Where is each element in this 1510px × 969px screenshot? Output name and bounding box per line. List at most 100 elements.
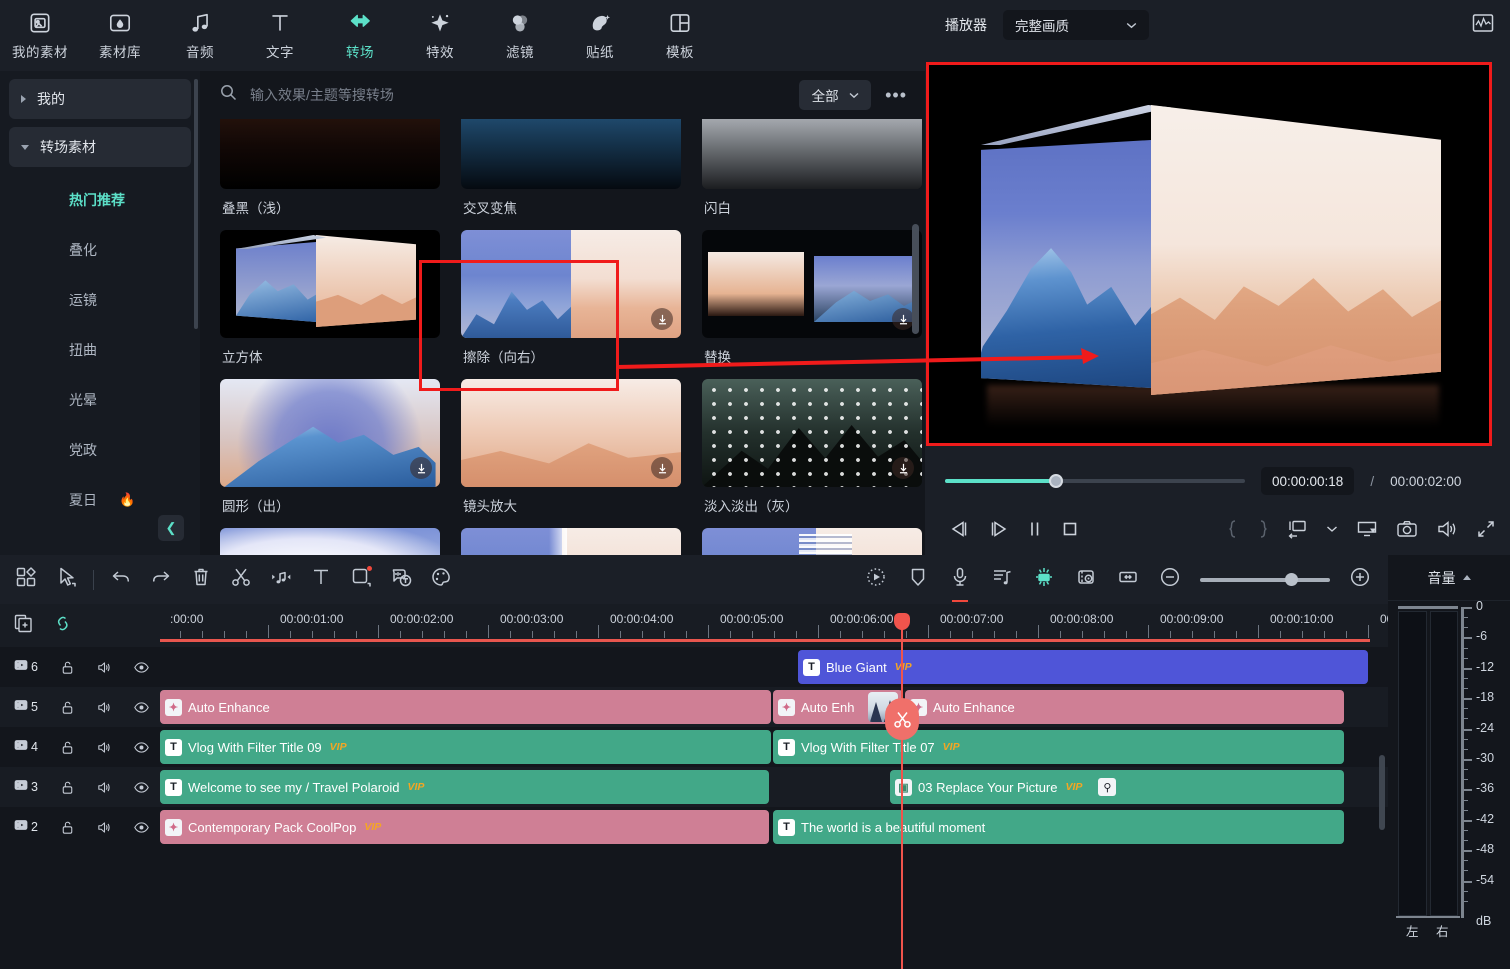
transition-thumbnail[interactable] [220, 379, 440, 487]
transition-item[interactable]: 擦除（向右） [461, 230, 681, 379]
transition-item[interactable]: 镜头放大 [461, 379, 681, 528]
player-progress-knob[interactable] [1049, 474, 1063, 488]
marker-button[interactable] [898, 555, 938, 604]
fit-screen-dropdown[interactable] [1326, 525, 1338, 533]
speaker-icon[interactable] [86, 819, 123, 836]
toolbar-tab-2[interactable]: 音频 [160, 0, 240, 71]
eye-icon[interactable] [123, 819, 160, 836]
audio-detach-button[interactable] [261, 555, 301, 604]
transition-item[interactable] [220, 528, 440, 555]
unlock-icon[interactable] [49, 819, 86, 836]
mark-in-button[interactable] [1227, 519, 1239, 539]
transition-thumbnail[interactable] [461, 528, 681, 555]
timeline-clip[interactable]: T Welcome to see my / Travel Polaroid VIP [160, 770, 769, 804]
transition-item[interactable]: 闪白 [702, 119, 922, 230]
filter-dropdown[interactable]: 全部 [799, 80, 872, 110]
crop-button[interactable] [341, 555, 381, 604]
redo-button[interactable] [141, 555, 181, 604]
speaker-icon[interactable] [86, 699, 123, 716]
sidebar-group-1[interactable]: 转场素材 [9, 127, 191, 167]
mask-button[interactable] [1066, 555, 1106, 604]
sidebar-group-0[interactable]: 我的 [9, 79, 191, 119]
unlock-icon[interactable] [49, 699, 86, 716]
unlock-icon[interactable] [49, 659, 86, 676]
toolbar-tab-4[interactable]: 转场 [320, 0, 400, 71]
denoise-button[interactable] [1024, 555, 1064, 604]
undo-button[interactable] [101, 555, 141, 604]
audio-meter-toggle[interactable]: 音量 [1388, 555, 1510, 601]
timeline-ruler[interactable]: :00:00 00:00:01:00 00:00:02:00 00:00:03:00 0… [160, 604, 1388, 647]
select-tool-button[interactable] [46, 555, 86, 604]
mark-out-button[interactable] [1257, 519, 1269, 539]
tracks-scrollbar[interactable] [1379, 755, 1385, 830]
eye-icon[interactable] [123, 699, 160, 716]
transition-item[interactable]: 替换 [702, 230, 922, 379]
transition-thumbnail[interactable] [461, 119, 681, 189]
sidebar-item-3[interactable]: 扭曲 [9, 325, 191, 375]
sidebar-scrollbar[interactable] [194, 79, 198, 329]
timeline-clip[interactable]: T Vlog With Filter Title 09 VIP [160, 730, 771, 764]
zoom-out-button[interactable] [1150, 555, 1190, 604]
collapse-panel-button[interactable]: ❮ [158, 515, 184, 541]
toolbar-tab-8[interactable]: 模板 [640, 0, 720, 71]
transition-item[interactable]: 立方体 [220, 230, 440, 379]
eye-icon[interactable] [123, 779, 160, 796]
quality-dropdown[interactable]: 完整画质 [1003, 10, 1149, 40]
speaker-icon[interactable] [86, 659, 123, 676]
timeline-clip[interactable]: ✦ Contemporary Pack CoolPop VIP [160, 810, 769, 844]
zoom-slider[interactable] [1200, 572, 1330, 586]
waveform-scope-icon[interactable] [1472, 13, 1494, 38]
camera-icon[interactable] [1396, 519, 1418, 539]
toolbar-tab-7[interactable]: 贴纸 [560, 0, 640, 71]
split-button[interactable] [221, 555, 261, 604]
eye-icon[interactable] [123, 739, 160, 756]
sidebar-item-4[interactable]: 光晕 [9, 375, 191, 425]
speaker-icon[interactable] [86, 739, 123, 756]
download-icon[interactable] [892, 457, 914, 479]
download-icon[interactable] [651, 308, 673, 330]
more-options-button[interactable]: ••• [883, 85, 909, 106]
download-icon[interactable] [892, 308, 914, 330]
transition-thumbnail[interactable] [220, 230, 440, 338]
expand-icon[interactable] [1476, 519, 1496, 539]
timeline-clip[interactable]: T Blue Giant VIP [798, 650, 1368, 684]
prev-frame-button[interactable] [949, 520, 970, 538]
transition-item[interactable] [702, 528, 922, 555]
pause-button[interactable] [1027, 520, 1043, 538]
transition-thumbnail[interactable] [702, 528, 922, 555]
add-document-icon[interactable] [14, 614, 33, 638]
toolbar-tab-6[interactable]: 滤镜 [480, 0, 560, 71]
keyframe-icon[interactable]: ⚲ [1098, 778, 1117, 796]
timeline-clip[interactable]: ✦ Auto Enhance [160, 690, 771, 724]
timeline-clip[interactable]: ✦ Auto Enhance [905, 690, 1344, 724]
transition-item[interactable]: 交叉变焦 [461, 119, 681, 230]
zoom-in-button[interactable] [1340, 555, 1380, 604]
toolbar-tab-1[interactable]: 素材库 [80, 0, 160, 71]
delete-button[interactable] [181, 555, 221, 604]
unlock-icon[interactable] [49, 739, 86, 756]
auto-caption-button[interactable] [381, 555, 421, 604]
download-icon[interactable] [651, 457, 673, 479]
eye-icon[interactable] [123, 659, 160, 676]
speaker-icon[interactable] [1436, 519, 1458, 539]
toolbar-tab-5[interactable]: 特效 [400, 0, 480, 71]
timeline-clip[interactable]: T Vlog With Filter Title 07 VIP [773, 730, 1344, 764]
sidebar-item-5[interactable]: 党政 [9, 425, 191, 475]
transition-item[interactable]: 淡入淡出（灰） [702, 379, 922, 528]
transition-item[interactable]: 圆形（出） [220, 379, 440, 528]
toolbar-tab-3[interactable]: 文字 [240, 0, 320, 71]
transition-item[interactable]: 叠黑（浅） [220, 119, 440, 230]
preview-canvas[interactable] [926, 62, 1492, 446]
stop-button[interactable] [1061, 520, 1079, 538]
color-palette-button[interactable] [421, 555, 461, 604]
transition-thumbnail[interactable] [702, 379, 922, 487]
template-panel-button[interactable] [6, 555, 46, 604]
fit-screen-button[interactable] [1287, 519, 1308, 539]
transition-thumbnail[interactable] [702, 119, 922, 189]
toolbar-tab-0[interactable]: 我的素材 [0, 0, 80, 71]
transition-thumbnail[interactable] [702, 230, 922, 338]
sidebar-item-2[interactable]: 运镜 [9, 275, 191, 325]
next-frame-button[interactable] [988, 520, 1009, 538]
transition-thumbnail[interactable] [461, 379, 681, 487]
transition-thumbnail[interactable] [220, 119, 440, 189]
